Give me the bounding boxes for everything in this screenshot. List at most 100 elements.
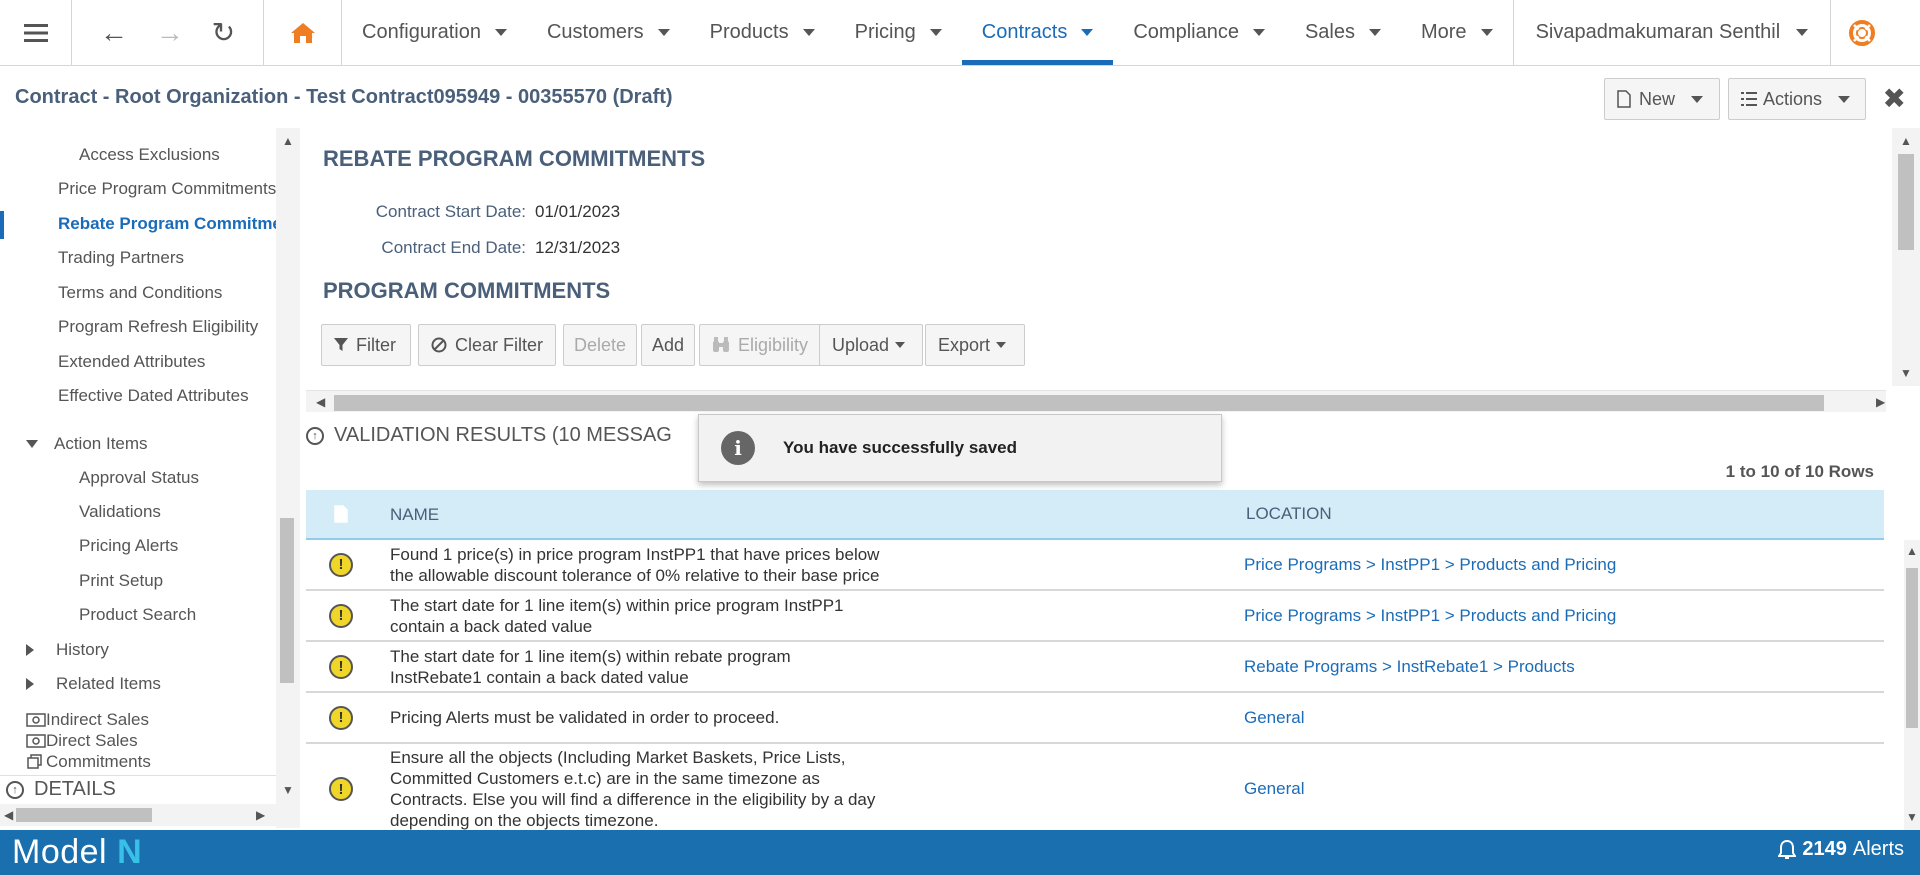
success-toast[interactable]: i You have successfully saved xyxy=(698,414,1222,482)
logo-mark: N xyxy=(117,833,143,871)
sidebar-item-validations[interactable]: Validations xyxy=(79,502,161,522)
row-name: Found 1 price(s) in price program InstPP… xyxy=(376,544,1240,586)
details-section-header[interactable]: ↑ DETAILS xyxy=(0,775,276,803)
user-menu[interactable]: Sivapadmakumaran Senthil xyxy=(1514,0,1832,65)
alerts-label: Alerts xyxy=(1852,838,1904,860)
money-icon xyxy=(26,713,46,727)
caret-down-icon xyxy=(1838,95,1851,103)
sidebar-item-price-program-commitments[interactable]: Price Program Commitments xyxy=(58,179,276,199)
menu-configuration[interactable]: Configuration xyxy=(342,0,527,65)
content-horizontal-scrollbar[interactable]: ◀ ▶ xyxy=(306,390,1886,412)
column-header-name[interactable]: NAME xyxy=(376,504,1240,525)
sidebar-link-direct-sales[interactable]: Direct Sales xyxy=(26,731,138,751)
menu-sales[interactable]: Sales xyxy=(1285,0,1401,65)
sidebar-group-action-items[interactable]: Action Items xyxy=(26,434,148,454)
menu-pricing[interactable]: Pricing xyxy=(835,0,962,65)
sidebar-item-program-refresh-eligibility[interactable]: Program Refresh Eligibility xyxy=(58,317,276,337)
scroll-thumb[interactable] xyxy=(334,395,1824,411)
close-icon[interactable]: ✖ xyxy=(1883,82,1906,115)
home-button[interactable] xyxy=(264,0,342,65)
name-line: The start date for 1 line item(s) within… xyxy=(390,595,844,615)
forward-arrow-icon[interactable]: → xyxy=(156,17,184,49)
group-label: History xyxy=(56,640,109,659)
caret-down-icon xyxy=(1081,29,1094,36)
row-location-link[interactable]: General xyxy=(1240,779,1884,799)
scroll-left-arrow-icon[interactable]: ◀ xyxy=(316,395,325,409)
help-button[interactable] xyxy=(1831,0,1893,65)
hamburger-menu-button[interactable] xyxy=(0,0,72,65)
caret-down-icon xyxy=(494,29,507,36)
sidebar-item-print-setup[interactable]: Print Setup xyxy=(79,571,163,591)
row-location-link[interactable]: Price Programs > InstPP1 > Products and … xyxy=(1240,606,1884,626)
scroll-right-arrow-icon[interactable]: ▶ xyxy=(256,808,265,822)
history-navigation: ← → ↻ xyxy=(72,0,264,65)
scroll-down-arrow-icon[interactable]: ▼ xyxy=(1900,366,1912,380)
validation-results-header[interactable]: ↑ VALIDATION RESULTS (10 MESSAG xyxy=(306,424,672,447)
scroll-left-arrow-icon[interactable]: ◀ xyxy=(4,808,13,822)
sidebar-item-rebate-program-commitments[interactable]: Rebate Program Commitments xyxy=(58,214,276,234)
sidebar-group-related-items[interactable]: Related Items xyxy=(26,674,161,694)
sidebar-link-indirect-sales[interactable]: Indirect Sales xyxy=(26,710,149,730)
start-date-value: 01/01/2023 xyxy=(535,202,621,221)
add-button[interactable]: Add xyxy=(641,324,695,366)
table-row[interactable]: ! Found 1 price(s) in price program Inst… xyxy=(306,540,1884,591)
content-vertical-scrollbar[interactable]: ▲ ▼ xyxy=(1892,128,1920,386)
section-title: REBATE PROGRAM COMMITMENTS xyxy=(323,146,706,171)
new-label: New xyxy=(1639,88,1676,109)
scroll-up-arrow-icon[interactable]: ▲ xyxy=(1900,134,1912,148)
sidebar-item-trading-partners[interactable]: Trading Partners xyxy=(58,248,184,268)
sidebar-link-commitments[interactable]: Commitments xyxy=(26,752,151,772)
table-row[interactable]: ! The start date for 1 line item(s) with… xyxy=(306,591,1884,642)
sidebar-item-approval-status[interactable]: Approval Status xyxy=(79,468,199,488)
table-vertical-scrollbar[interactable]: ▲ ▼ xyxy=(1904,540,1920,830)
sidebar-item-extended-attributes[interactable]: Extended Attributes xyxy=(58,352,205,372)
menu-compliance[interactable]: Compliance xyxy=(1113,0,1285,65)
menu-contracts[interactable]: Contracts xyxy=(961,0,1114,65)
sidebar-horizontal-scrollbar[interactable]: ◀ ▶ xyxy=(0,804,276,826)
table-row[interactable]: ! The start date for 1 line item(s) with… xyxy=(306,642,1884,693)
scroll-thumb[interactable] xyxy=(280,518,294,683)
sidebar-vertical-scrollbar[interactable]: ▲ ▼ xyxy=(276,128,300,828)
alerts-indicator[interactable]: 2149 Alerts xyxy=(1778,838,1904,861)
delete-button[interactable]: Delete xyxy=(563,324,637,366)
menu-label: Pricing xyxy=(854,21,916,43)
scroll-thumb[interactable] xyxy=(1898,154,1914,250)
scroll-up-arrow-icon[interactable]: ▲ xyxy=(1906,544,1918,558)
footer-bar: Model N 2149 Alerts xyxy=(0,830,1920,875)
scroll-thumb[interactable] xyxy=(1906,568,1918,728)
scroll-down-arrow-icon[interactable]: ▼ xyxy=(1906,810,1918,824)
start-date-label: Contract Start Date: xyxy=(375,202,526,221)
menu-more[interactable]: More xyxy=(1401,0,1513,65)
column-header-location[interactable]: LOCATION xyxy=(1240,504,1884,524)
row-location-link[interactable]: Price Programs > InstPP1 > Products and … xyxy=(1240,555,1884,575)
filter-button[interactable]: Filter xyxy=(321,324,411,366)
row-location-link[interactable]: Rebate Programs > InstRebate1 > Products xyxy=(1240,657,1884,677)
table-header: NAME LOCATION xyxy=(306,490,1884,540)
upload-dropdown-button[interactable]: Upload xyxy=(819,324,923,366)
row-location-link[interactable]: General xyxy=(1240,708,1884,728)
sidebar-item-effective-dated-attributes[interactable]: Effective Dated Attributes xyxy=(58,386,249,406)
export-dropdown-button[interactable]: Export xyxy=(925,324,1025,366)
actions-button[interactable]: Actions xyxy=(1728,78,1866,120)
sidebar-item-product-search[interactable]: Product Search xyxy=(79,605,196,625)
refresh-icon[interactable]: ↻ xyxy=(212,16,235,49)
menu-products[interactable]: Products xyxy=(690,0,835,65)
scroll-right-arrow-icon[interactable]: ▶ xyxy=(1876,395,1885,409)
sidebar-item-terms-and-conditions[interactable]: Terms and Conditions xyxy=(58,283,222,303)
sidebar-item-pricing-alerts[interactable]: Pricing Alerts xyxy=(79,536,178,556)
scroll-down-arrow-icon[interactable]: ▼ xyxy=(282,783,294,797)
eligibility-button[interactable]: Eligibility xyxy=(699,324,821,366)
back-arrow-icon[interactable]: ← xyxy=(100,17,128,49)
scroll-thumb[interactable] xyxy=(16,808,152,822)
menu-customers[interactable]: Customers xyxy=(527,0,690,65)
caret-down-icon xyxy=(1691,95,1704,103)
table-row[interactable]: ! Ensure all the objects (Including Mark… xyxy=(306,744,1884,832)
sidebar-group-history[interactable]: History xyxy=(26,640,109,660)
sidebar-item-access-exclusions[interactable]: Access Exclusions xyxy=(79,145,220,165)
scroll-up-arrow-icon[interactable]: ▲ xyxy=(282,134,294,148)
table-row[interactable]: ! Pricing Alerts must be validated in or… xyxy=(306,693,1884,744)
link-label: Direct Sales xyxy=(46,731,138,750)
clear-filter-button[interactable]: Clear Filter xyxy=(418,324,556,366)
new-button[interactable]: New xyxy=(1604,78,1720,120)
end-date-label: Contract End Date: xyxy=(381,238,526,257)
